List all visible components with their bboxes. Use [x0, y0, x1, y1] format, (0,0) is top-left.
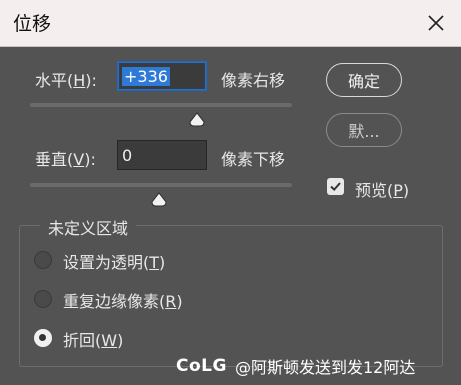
vertical-slider-track[interactable]: [30, 183, 292, 187]
preview-label-end: ): [402, 181, 410, 200]
vertical-slider-thumb[interactable]: [151, 192, 167, 207]
option-transparent-text: 设置为透明(: [63, 253, 150, 272]
close-button[interactable]: [421, 8, 451, 38]
dialog-body: 水平(H): +336 像素右移 垂直(V): 0 像素下移 确定 默... 预…: [0, 47, 461, 385]
radio-transparent[interactable]: [34, 251, 52, 269]
radio-wrap-around[interactable]: [34, 329, 52, 347]
title-bar: 位移: [0, 0, 461, 47]
watermark-text: @阿斯顿发送到发12阿达: [234, 358, 416, 377]
option-wrap-around-end: ): [117, 331, 124, 350]
radio-repeat-edge[interactable]: [34, 290, 52, 308]
dialog-title: 位移: [13, 13, 52, 35]
vertical-label-text: 垂直(: [35, 150, 74, 169]
option-wrap-around-hotkey: W: [101, 331, 118, 350]
preview-label[interactable]: 预览(P): [355, 177, 409, 201]
undefined-area-title: 未定义区域: [40, 215, 137, 239]
option-wrap-around-text: 折回(: [63, 331, 102, 350]
option-repeat-edge-end: ): [176, 292, 183, 311]
vertical-value: 0: [122, 146, 133, 165]
horizontal-unit: 像素右移: [221, 71, 286, 90]
horizontal-hotkey: H: [73, 71, 86, 90]
vertical-input[interactable]: 0: [117, 140, 207, 170]
vertical-label-end: ):: [84, 150, 96, 169]
option-repeat-edge-label[interactable]: 重复边缘像素(R): [63, 288, 183, 312]
preview-hotkey: P: [393, 181, 403, 200]
horizontal-label: 水平(H):: [35, 67, 97, 91]
checkmark-icon: [330, 182, 341, 192]
option-wrap-around-label[interactable]: 折回(W): [63, 327, 123, 351]
option-transparent-hotkey: T: [149, 253, 160, 272]
option-transparent-end: ): [159, 253, 166, 272]
vertical-hotkey: V: [73, 150, 85, 169]
option-transparent-label[interactable]: 设置为透明(T): [63, 249, 165, 273]
default-button[interactable]: 默...: [326, 113, 402, 147]
ok-button[interactable]: 确定: [326, 63, 402, 97]
horizontal-label-end: ):: [85, 71, 97, 90]
watermark-logo: CoLG: [176, 356, 227, 376]
close-icon: [428, 15, 444, 31]
horizontal-slider-thumb[interactable]: [189, 112, 205, 127]
horizontal-label-text: 水平(: [35, 71, 74, 90]
horizontal-input[interactable]: +336: [117, 61, 207, 91]
vertical-unit: 像素下移: [221, 150, 286, 169]
vertical-label: 垂直(V):: [35, 146, 96, 170]
watermark: CoLG @阿斯顿发送到发12阿达: [176, 354, 415, 378]
horizontal-value: +336: [122, 67, 170, 86]
option-repeat-edge-hotkey: R: [165, 292, 177, 311]
preview-label-text: 预览(: [355, 181, 394, 200]
horizontal-slider-track[interactable]: [30, 103, 292, 107]
preview-checkbox[interactable]: [327, 178, 344, 195]
option-repeat-edge-text: 重复边缘像素(: [63, 292, 166, 311]
